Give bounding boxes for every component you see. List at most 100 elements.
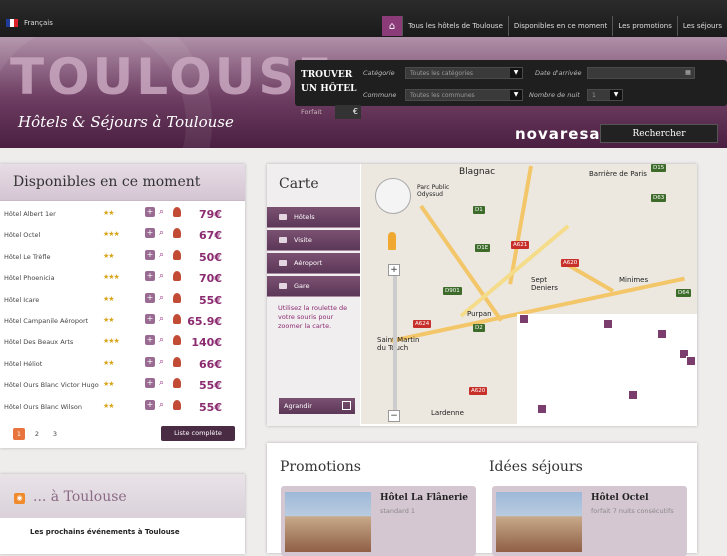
- plus-icon[interactable]: +: [145, 228, 155, 239]
- hotel-row[interactable]: Hôtel Des Beaux Arts ★★★ + ⌕ 140€: [0, 332, 240, 353]
- plus-icon[interactable]: +: [145, 314, 155, 324]
- hotel-price[interactable]: 66€: [180, 358, 222, 371]
- magnifier-icon[interactable]: ⌕: [159, 400, 169, 410]
- nav-available[interactable]: Disponibles en ce moment: [507, 16, 612, 36]
- hotel-actions: + ⌕: [145, 228, 181, 239]
- hotel-photo[interactable]: [496, 492, 582, 552]
- top-bar: Français ⌂ Tous les hôtels de Toulouse D…: [0, 0, 727, 37]
- zoom-in-button[interactable]: +: [388, 264, 400, 276]
- hotel-price[interactable]: 70€: [180, 272, 222, 285]
- full-list-button[interactable]: Liste complète: [161, 426, 235, 441]
- currency-input[interactable]: €: [335, 105, 361, 119]
- plus-icon[interactable]: +: [145, 292, 155, 303]
- magnifier-icon[interactable]: ⌕: [159, 271, 169, 281]
- plus-icon[interactable]: +: [145, 399, 155, 410]
- plus-icon[interactable]: +: [145, 335, 155, 346]
- page-3[interactable]: 3: [49, 428, 61, 440]
- sejour-card-title[interactable]: Hôtel Octel: [591, 493, 649, 503]
- nights-select[interactable]: 1 ▼: [587, 89, 623, 101]
- page-1[interactable]: 1: [13, 428, 25, 440]
- expand-icon: [342, 401, 351, 410]
- hotel-row[interactable]: Hôtel Ours Blanc Wilson ★★ + ⌕ 55€: [0, 397, 240, 418]
- zoom-out-button[interactable]: −: [388, 410, 400, 422]
- plus-icon[interactable]: +: [145, 271, 155, 282]
- zoom-slider[interactable]: [393, 264, 397, 419]
- hotel-price[interactable]: 55€: [180, 294, 222, 307]
- tab-visite[interactable]: Visite: [267, 230, 360, 251]
- magnifier-icon[interactable]: ⌕: [159, 314, 169, 324]
- hotel-price[interactable]: 79€: [180, 208, 222, 221]
- magnifier-icon[interactable]: ⌕: [159, 228, 169, 238]
- hotel-row[interactable]: Hôtel Phoenicia ★★★ + ⌕ 70€: [0, 268, 240, 289]
- arrival-date-input[interactable]: ▦: [587, 67, 695, 79]
- site-logo[interactable]: TOULOUSE: [10, 52, 335, 102]
- commune-select[interactable]: Toutes les communes ▼: [405, 89, 523, 101]
- hotel-marker[interactable]: [657, 329, 667, 339]
- magnifier-icon[interactable]: ⌕: [159, 250, 169, 260]
- plus-icon[interactable]: +: [145, 378, 155, 389]
- hotel-row[interactable]: Hôtel Octel ★★★ + ⌕ 67€: [0, 225, 240, 246]
- home-icon[interactable]: ⌂: [382, 16, 403, 36]
- hotel-name[interactable]: Hôtel Le Trèfle: [4, 253, 51, 261]
- calendar-icon[interactable]: ▦: [682, 68, 694, 78]
- hotel-name[interactable]: Hôtel Phoenicia: [4, 274, 55, 282]
- tab-aeroport[interactable]: Aéroport: [267, 253, 360, 274]
- events-title: ... à Toulouse: [33, 489, 127, 505]
- hotel-price[interactable]: 67€: [180, 229, 222, 242]
- rss-icon[interactable]: ◉: [14, 493, 25, 504]
- hotel-name[interactable]: Hôtel Campanile Aéroport: [4, 317, 88, 325]
- plus-icon[interactable]: +: [145, 207, 155, 217]
- map-pan-control[interactable]: [375, 178, 411, 214]
- hotel-name[interactable]: Hôtel Ours Blanc Victor Hugo: [4, 381, 99, 389]
- category-select[interactable]: Toutes les catégories ▼: [405, 67, 523, 79]
- hotel-price[interactable]: 55€: [180, 401, 222, 414]
- enlarge-map-button[interactable]: Agrandir: [279, 398, 355, 414]
- sejour-card[interactable]: Hôtel Octel forfait 7 nuits consécutifs: [492, 486, 687, 556]
- hotel-price[interactable]: 55€: [180, 379, 222, 392]
- hotel-marker[interactable]: [628, 390, 638, 400]
- panel-title: Disponibles en ce moment: [13, 174, 201, 190]
- road-sign: D63: [651, 194, 667, 202]
- magnifier-icon[interactable]: ⌕: [159, 293, 169, 303]
- promotion-card[interactable]: Hôtel La Flânerie standard 1: [281, 486, 476, 556]
- magnifier-icon[interactable]: ⌕: [159, 335, 169, 345]
- hotel-marker[interactable]: [519, 314, 529, 324]
- nav-all-hotels[interactable]: Tous les hôtels de Toulouse: [402, 16, 508, 36]
- promotion-card-title[interactable]: Hôtel La Flânerie: [380, 493, 468, 503]
- magnifier-icon[interactable]: ⌕: [159, 378, 169, 388]
- hotel-marker[interactable]: [537, 404, 547, 414]
- hotel-price[interactable]: 65.9€: [180, 315, 222, 328]
- nav-sejours[interactable]: Les séjours: [676, 16, 727, 36]
- search-button[interactable]: Rechercher: [600, 124, 718, 143]
- hotel-row[interactable]: Hôtel Icare ★★ + ⌕ 55€: [0, 290, 240, 311]
- hotel-row[interactable]: Hôtel Le Trèfle ★★ + ⌕ 50€: [0, 247, 240, 268]
- map-view[interactable]: Blagnac Barrière de Paris Minimes Sept D…: [361, 164, 697, 424]
- tab-gare[interactable]: Gare: [267, 276, 360, 297]
- magnifier-icon[interactable]: ⌕: [159, 207, 169, 217]
- hotel-row[interactable]: Hôtel Campanile Aéroport ★★ + ⌕ 65.9€: [0, 311, 240, 332]
- page-2[interactable]: 2: [31, 428, 43, 440]
- hotel-row[interactable]: Hôtel Ours Blanc Victor Hugo ★★ + ⌕ 55€: [0, 375, 240, 396]
- hotel-actions: + ⌕: [145, 207, 181, 217]
- hotel-marker[interactable]: [686, 356, 696, 366]
- magnifier-icon[interactable]: ⌕: [159, 357, 169, 367]
- hotel-name[interactable]: Hôtel Icare: [4, 296, 39, 304]
- events-subtitle[interactable]: Les prochains événements à Toulouse: [30, 528, 180, 536]
- hotel-name[interactable]: Hôtel Ours Blanc Wilson: [4, 403, 82, 411]
- tab-hotels[interactable]: Hôtels: [267, 207, 360, 228]
- hotel-row[interactable]: Hôtel Héliot ★★ + ⌕ 66€: [0, 354, 240, 375]
- hotel-row[interactable]: Hôtel Albert 1er ★★ + ⌕ 79€: [0, 204, 240, 225]
- hotel-marker[interactable]: [603, 319, 613, 329]
- hotel-name[interactable]: Hôtel Octel: [4, 231, 40, 239]
- hotel-name[interactable]: Hôtel Albert 1er: [4, 210, 56, 218]
- streetview-pegman-icon[interactable]: [388, 232, 396, 250]
- hotel-name[interactable]: Hôtel Des Beaux Arts: [4, 338, 73, 346]
- hotel-price[interactable]: 140€: [180, 336, 222, 349]
- hotel-name[interactable]: Hôtel Héliot: [4, 360, 42, 368]
- language-selector[interactable]: Français: [6, 19, 53, 27]
- plus-icon[interactable]: +: [145, 249, 155, 260]
- nav-promotions[interactable]: Les promotions: [612, 16, 677, 36]
- hotel-price[interactable]: 50€: [180, 251, 222, 264]
- plus-icon[interactable]: +: [145, 356, 155, 367]
- hotel-photo[interactable]: [285, 492, 371, 552]
